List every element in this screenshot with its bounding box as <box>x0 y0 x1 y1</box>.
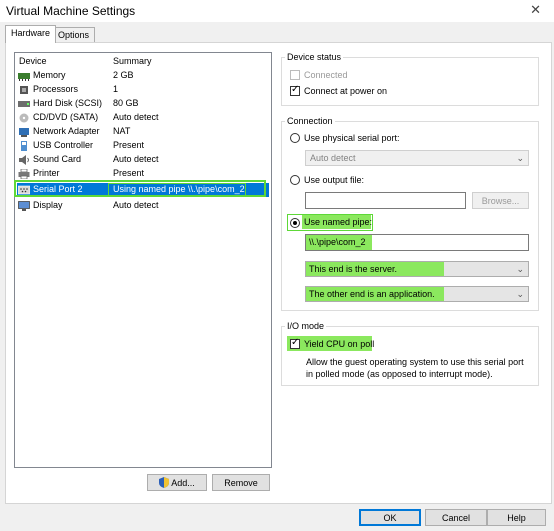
device-row-processors[interactable]: Processors 1 <box>17 83 269 97</box>
device-summary: 2 GB <box>113 70 134 80</box>
device-name: Printer <box>33 168 60 178</box>
remove-device-button[interactable]: Remove <box>212 474 270 491</box>
add-device-button[interactable]: Add... <box>147 474 207 491</box>
device-name: USB Controller <box>33 140 94 150</box>
device-summary: Present <box>113 140 145 150</box>
output-file-label: Use output file: <box>304 175 365 185</box>
display-icon <box>18 201 30 211</box>
sound-card-icon <box>19 155 29 165</box>
connected-label: Connected <box>304 70 348 80</box>
physical-port-label: Use physical serial port: <box>304 133 400 143</box>
named-pipe-label: Use named pipe: <box>304 217 373 227</box>
device-name: CD/DVD (SATA) <box>33 112 99 122</box>
cancel-button[interactable]: Cancel <box>425 509 487 526</box>
device-summary: NAT <box>113 126 131 136</box>
connect-at-power-on-checkbox[interactable] <box>290 84 300 96</box>
connect-at-power-on-label: Connect at power on <box>304 86 388 96</box>
this-end-value: This end is the server. <box>309 264 398 274</box>
yield-cpu-label: Yield CPU on poll <box>304 339 375 349</box>
window-title: Virtual Machine Settings <box>6 4 136 18</box>
device-status-title: Device status <box>285 52 344 62</box>
device-column-header[interactable]: Device <box>19 56 47 66</box>
ok-button[interactable]: OK <box>359 509 421 526</box>
device-row-sound-card[interactable]: Sound Card Auto detect <box>17 153 269 167</box>
device-row-memory[interactable]: Memory 2 GB <box>17 69 269 83</box>
device-row-hard-disk[interactable]: Hard Disk (SCSI) 80 GB <box>17 97 269 111</box>
memory-icon <box>18 73 30 81</box>
highlight-selected-summary <box>108 183 246 197</box>
network-adapter-icon <box>19 128 29 137</box>
io-mode-title: I/O mode <box>285 321 327 331</box>
tab-hardware[interactable]: Hardware <box>5 25 57 43</box>
hard-disk-icon <box>18 101 30 107</box>
add-label: Add... <box>171 478 195 488</box>
connection-title: Connection <box>285 116 335 126</box>
help-button[interactable]: Help <box>487 509 546 526</box>
output-file-radio[interactable] <box>290 175 300 185</box>
yield-cpu-checkbox[interactable] <box>290 337 300 349</box>
chevron-down-icon: ⌄ <box>516 153 524 163</box>
close-icon[interactable]: ✕ <box>530 2 541 18</box>
device-row-usb-controller[interactable]: USB Controller Present <box>17 139 269 153</box>
browse-button[interactable]: Browse... <box>472 192 529 209</box>
io-mode-description: Allow the guest operating system to use … <box>306 357 524 379</box>
device-name: Processors <box>33 84 79 94</box>
tab-options[interactable]: Options <box>52 27 96 43</box>
device-summary: 80 GB <box>113 98 139 108</box>
device-row-cd-dvd[interactable]: CD/DVD (SATA) Auto detect <box>17 111 269 125</box>
usb-icon <box>21 141 27 151</box>
other-end-value: The other end is an application. <box>309 289 435 299</box>
device-summary: 1 <box>113 84 119 94</box>
device-summary: Auto detect <box>113 154 159 164</box>
device-row-network-adapter[interactable]: Network Adapter NAT <box>17 125 269 139</box>
device-row-display[interactable]: Display Auto detect <box>17 199 269 213</box>
printer-icon <box>18 169 30 179</box>
device-summary: Auto detect <box>113 112 159 122</box>
device-row-printer[interactable]: Printer Present <box>17 167 269 181</box>
physical-port-select[interactable]: Auto detect ⌄ <box>305 150 529 166</box>
device-name: Memory <box>33 70 66 80</box>
cd-dvd-icon <box>19 113 29 123</box>
device-summary: Present <box>113 168 145 178</box>
device-summary: Auto detect <box>113 200 159 210</box>
pipe-name-value: \\.\pipe\com_2 <box>309 237 366 247</box>
connected-checkbox[interactable] <box>290 70 300 80</box>
physical-port-value: Auto detect <box>310 153 356 163</box>
device-status-group <box>281 57 539 106</box>
shield-icon <box>159 477 170 488</box>
processor-icon <box>20 86 28 94</box>
physical-port-radio[interactable] <box>290 133 300 143</box>
output-file-input[interactable] <box>305 192 466 209</box>
chevron-down-icon: ⌄ <box>516 264 524 274</box>
chevron-down-icon: ⌄ <box>516 289 524 299</box>
summary-column-header[interactable]: Summary <box>113 56 152 66</box>
device-name: Network Adapter <box>33 126 100 136</box>
device-name: Sound Card <box>33 154 82 164</box>
device-name: Display <box>33 200 63 210</box>
device-name: Hard Disk (SCSI) <box>33 98 103 108</box>
